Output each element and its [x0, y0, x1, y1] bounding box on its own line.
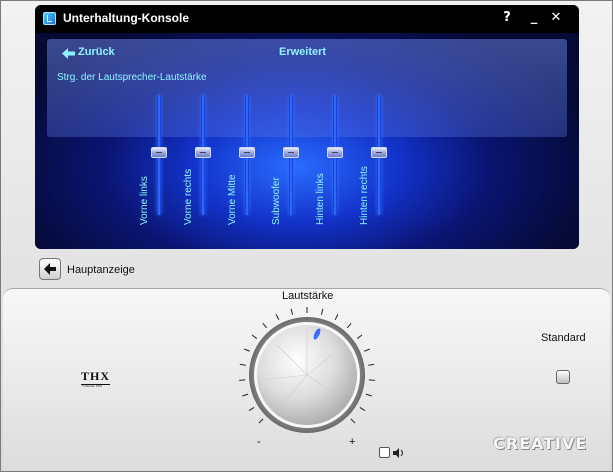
knob-tick	[262, 322, 268, 329]
slider-thumb[interactable]	[239, 147, 255, 158]
display-header: Zurück Erweitert Strg. der Lautsprecher-…	[47, 39, 567, 137]
volume-max-label: +	[349, 436, 356, 448]
knob-tick	[275, 314, 280, 320]
knob-tick	[320, 308, 324, 315]
thx-subtitle: TruStudio PRO	[82, 384, 103, 388]
back-arrow-icon[interactable]	[62, 48, 75, 59]
mode-title: Erweitert	[279, 46, 327, 58]
slider-label: Vorne Mitte	[227, 174, 238, 225]
slider-thumb[interactable]	[371, 147, 387, 158]
slider-label: Vorne links	[139, 176, 150, 225]
thx-logo: THX	[81, 369, 111, 385]
knob-tick	[248, 406, 255, 411]
knob-tick	[350, 418, 356, 424]
volume-label: Lautstärke	[282, 290, 334, 302]
knob-tick	[346, 322, 352, 329]
standard-button[interactable]	[556, 370, 570, 384]
slider-label: Vorne rechts	[183, 168, 194, 225]
slider-thumb[interactable]	[195, 147, 211, 158]
minimize-button[interactable]: _	[525, 9, 543, 27]
volume-knob[interactable]	[237, 305, 377, 445]
display-screen: Unterhaltung-Konsole ? _ ✕ Zurück Erweit…	[35, 5, 579, 249]
slider-thumb[interactable]	[151, 147, 167, 158]
knob-tick	[242, 393, 249, 397]
help-button[interactable]: ?	[498, 9, 516, 27]
slider-thumb[interactable]	[283, 147, 299, 158]
main-view-button[interactable]	[39, 258, 61, 280]
slider-label: Hinten rechts	[359, 166, 370, 225]
volume-knob-graphic	[239, 307, 375, 433]
knob-tick	[365, 393, 372, 397]
speaker-icon	[393, 448, 403, 458]
knob-tick	[290, 308, 294, 315]
knob-tick	[334, 314, 339, 320]
knob-tick	[251, 334, 258, 339]
knob-tick	[356, 334, 363, 339]
knob-tick	[239, 363, 246, 366]
title-bar[interactable]: Unterhaltung-Konsole ? _ ✕	[35, 5, 579, 33]
creative-logo: CREATIVE	[493, 434, 588, 453]
main-view-label[interactable]: Hauptanzeige	[67, 264, 135, 276]
standard-label: Standard	[541, 332, 586, 344]
knob-tick	[243, 348, 250, 352]
back-arrow-icon	[44, 263, 56, 275]
slider-label: Subwoofer	[271, 177, 282, 225]
mute-checkbox[interactable]	[379, 447, 390, 458]
knob-tick	[258, 418, 264, 424]
close-button[interactable]: ✕	[547, 9, 565, 27]
app-icon	[43, 12, 56, 25]
speaker-display: Zurück Erweitert Strg. der Lautsprecher-…	[35, 33, 579, 249]
knob-tick	[359, 406, 366, 411]
knob-tick	[364, 348, 371, 352]
knob-tick	[368, 363, 375, 366]
volume-min-label: -	[257, 436, 261, 448]
window-title: Unterhaltung-Konsole	[63, 11, 189, 25]
slider-thumb[interactable]	[327, 147, 343, 158]
section-title: Strg. der Lautsprecher-Lautstärke	[57, 72, 207, 83]
app-window: Unterhaltung-Konsole ? _ ✕ Zurück Erweit…	[0, 0, 613, 472]
back-button[interactable]: Zurück	[78, 46, 115, 58]
slider-label: Hinten links	[315, 173, 326, 225]
